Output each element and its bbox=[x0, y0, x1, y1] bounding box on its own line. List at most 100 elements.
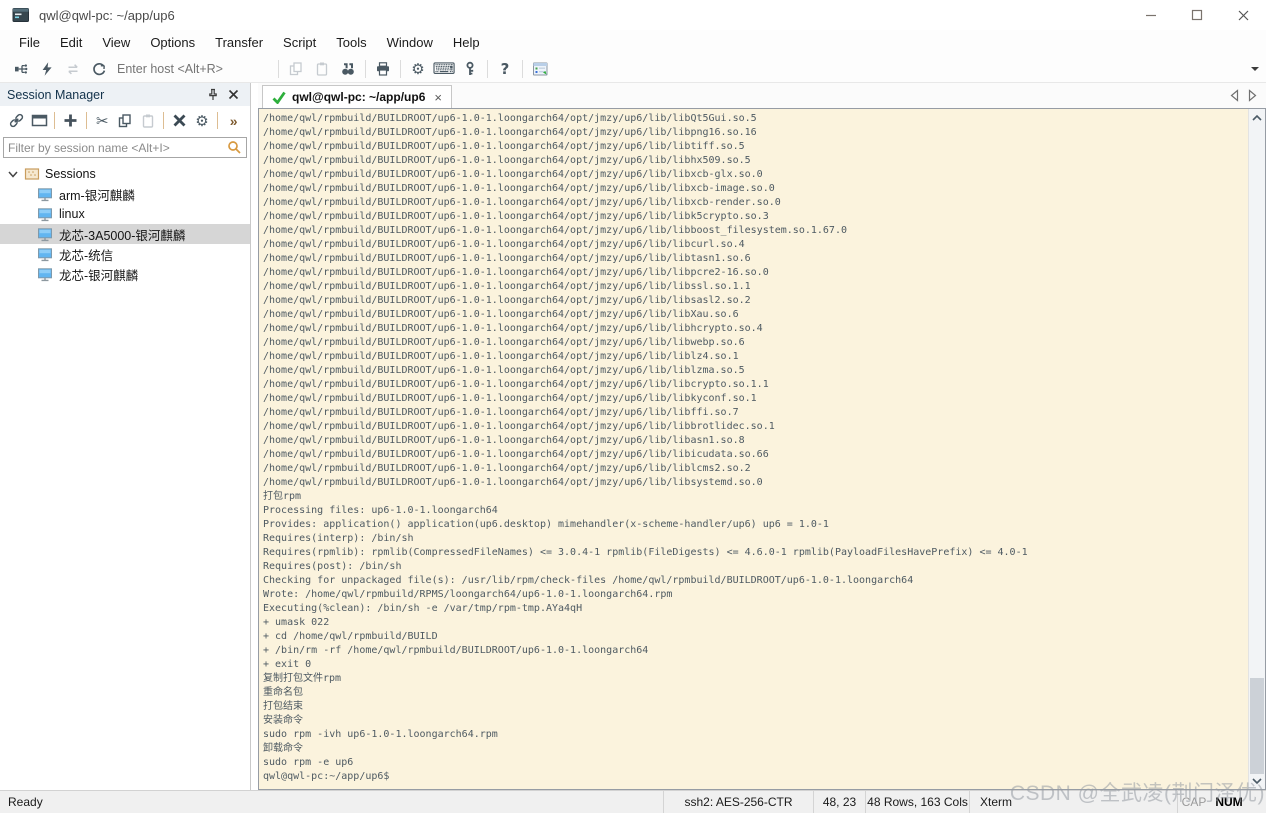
app-icon bbox=[12, 7, 30, 23]
terminal-line: 复制打包文件rpm bbox=[263, 672, 1248, 686]
session-tree-root[interactable]: Sessions bbox=[0, 164, 250, 184]
quick-connect-icon[interactable] bbox=[34, 57, 60, 81]
tab-scroll-right-icon[interactable] bbox=[1248, 89, 1257, 102]
terminal-line: /home/qwl/rpmbuild/BUILDROOT/up6-1.0-1.l… bbox=[263, 392, 1248, 406]
host-address-input[interactable] bbox=[112, 59, 274, 79]
paste-session-icon[interactable] bbox=[136, 109, 159, 132]
terminal-line: /home/qwl/rpmbuild/BUILDROOT/up6-1.0-1.l… bbox=[263, 112, 1248, 126]
terminal-line: Provides: application() application(up6.… bbox=[263, 518, 1248, 532]
maximize-button[interactable] bbox=[1174, 0, 1220, 30]
menu-bar: FileEditViewOptionsTransferScriptToolsWi… bbox=[0, 30, 1266, 55]
menu-item[interactable]: Script bbox=[273, 32, 326, 53]
window-controls bbox=[1128, 0, 1266, 30]
session-item[interactable]: 龙芯-银河麒麟 bbox=[0, 264, 250, 284]
terminal-line: /home/qwl/rpmbuild/BUILDROOT/up6-1.0-1.l… bbox=[263, 182, 1248, 196]
session-item[interactable]: 龙芯-3A5000-银河麒麟 bbox=[0, 224, 250, 244]
terminal-line: Checking for unpackaged file(s): /usr/li… bbox=[263, 574, 1248, 588]
terminal-line: /home/qwl/rpmbuild/BUILDROOT/up6-1.0-1.l… bbox=[263, 196, 1248, 210]
terminal-line: /home/qwl/rpmbuild/BUILDROOT/up6-1.0-1.l… bbox=[263, 210, 1248, 224]
copy-session-icon[interactable] bbox=[114, 109, 137, 132]
new-window-icon[interactable] bbox=[28, 109, 51, 132]
status-caps-indicator: CAP bbox=[1177, 791, 1210, 813]
panel-splitter[interactable] bbox=[251, 83, 258, 790]
status-grid-size: 48 Rows, 163 Cols bbox=[865, 791, 969, 813]
title-bar: qwl@qwl-pc: ~/app/up6 bbox=[0, 0, 1266, 30]
delete-session-icon[interactable] bbox=[168, 109, 191, 132]
disconnect-icon[interactable] bbox=[86, 57, 112, 81]
terminal-line: Processing files: up6-1.0-1.loongarch64 bbox=[263, 504, 1248, 518]
terminal-line: Requires(post): /bin/sh bbox=[263, 560, 1248, 574]
panel-toolbar-separator bbox=[163, 112, 164, 129]
terminal-line: /home/qwl/rpmbuild/BUILDROOT/up6-1.0-1.l… bbox=[263, 434, 1248, 448]
close-panel-icon[interactable] bbox=[223, 85, 243, 105]
chevron-down-icon bbox=[7, 168, 19, 180]
terminal-line: 打包rpm bbox=[263, 490, 1248, 504]
terminal-line: /home/qwl/rpmbuild/BUILDROOT/up6-1.0-1.l… bbox=[263, 154, 1248, 168]
find-icon[interactable] bbox=[335, 57, 361, 81]
monitor-icon bbox=[37, 267, 53, 282]
copy-icon[interactable] bbox=[283, 57, 309, 81]
terminal-scrollbar[interactable] bbox=[1248, 109, 1265, 789]
connect-session-icon[interactable] bbox=[5, 109, 28, 132]
terminal-line: /home/qwl/rpmbuild/BUILDROOT/up6-1.0-1.l… bbox=[263, 252, 1248, 266]
tab-close-icon[interactable]: × bbox=[434, 90, 442, 105]
panel-toolbar-separator bbox=[86, 112, 87, 129]
terminal-line: Wrote: /home/qwl/rpmbuild/RPMS/loongarch… bbox=[263, 588, 1248, 602]
xshell-window: { "window": { "title": "qwl@qwl-pc: ~/ap… bbox=[0, 0, 1266, 813]
session-manager-toolbar: ✂ ⚙ » bbox=[0, 106, 250, 135]
menu-item[interactable]: Edit bbox=[50, 32, 92, 53]
menu-item[interactable]: Options bbox=[140, 32, 205, 53]
tab-scroll-left-icon[interactable] bbox=[1230, 89, 1239, 102]
terminal-line: 安装命令 bbox=[263, 714, 1248, 728]
scroll-up-icon[interactable] bbox=[1249, 109, 1265, 126]
cut-icon[interactable]: ✂ bbox=[91, 109, 114, 132]
more-actions-icon[interactable]: » bbox=[222, 109, 245, 132]
new-session-icon[interactable] bbox=[8, 57, 34, 81]
session-label: 龙芯-统信 bbox=[59, 245, 113, 264]
session-item[interactable]: linux bbox=[0, 204, 250, 224]
terminal-line: /home/qwl/rpmbuild/BUILDROOT/up6-1.0-1.l… bbox=[263, 350, 1248, 364]
panel-toolbar-separator bbox=[217, 112, 218, 129]
reconnect-icon[interactable] bbox=[60, 57, 86, 81]
session-item[interactable]: arm-银河麒麟 bbox=[0, 184, 250, 204]
session-manager-header: Session Manager bbox=[0, 83, 250, 106]
paste-icon[interactable] bbox=[309, 57, 335, 81]
terminal-line: + exit 0 bbox=[263, 658, 1248, 672]
toolbar-overflow-icon[interactable] bbox=[1251, 67, 1259, 71]
session-filter-box bbox=[3, 137, 247, 158]
terminal-line: sudo rpm -ivh up6-1.0-1.loongarch64.rpm bbox=[263, 728, 1248, 742]
session-manager-panel: Session Manager bbox=[0, 83, 251, 790]
menu-item[interactable]: View bbox=[92, 32, 140, 53]
scrollbar-thumb[interactable] bbox=[1250, 678, 1264, 774]
session-list: arm-银河麒麟 linux bbox=[0, 184, 250, 284]
window-title: qwl@qwl-pc: ~/app/up6 bbox=[39, 8, 175, 23]
terminal-wrap: /home/qwl/rpmbuild/BUILDROOT/up6-1.0-1.l… bbox=[258, 108, 1266, 790]
scroll-down-icon[interactable] bbox=[1249, 772, 1265, 789]
terminal-output[interactable]: /home/qwl/rpmbuild/BUILDROOT/up6-1.0-1.l… bbox=[259, 109, 1248, 789]
new-session-icon[interactable] bbox=[59, 109, 82, 132]
session-filter-input[interactable] bbox=[8, 141, 227, 155]
sessions-dialog-icon[interactable] bbox=[527, 57, 553, 81]
properties-gear-icon[interactable]: ⚙ bbox=[405, 57, 431, 81]
main-toolbar: ⚙ ⌨ ? bbox=[0, 55, 1266, 83]
session-label: linux bbox=[59, 207, 85, 221]
terminal-line: /home/qwl/rpmbuild/BUILDROOT/up6-1.0-1.l… bbox=[263, 462, 1248, 476]
menu-item[interactable]: Transfer bbox=[205, 32, 273, 53]
minimize-button[interactable] bbox=[1128, 0, 1174, 30]
connected-check-icon bbox=[272, 91, 286, 104]
terminal-tab[interactable]: qwl@qwl-pc: ~/app/up6 × bbox=[262, 85, 452, 108]
close-button[interactable] bbox=[1220, 0, 1266, 30]
menu-item[interactable]: File bbox=[9, 32, 50, 53]
session-properties-icon[interactable]: ⚙ bbox=[191, 109, 214, 132]
key-icon[interactable] bbox=[457, 57, 483, 81]
toolbar-separator bbox=[365, 60, 366, 78]
menu-item[interactable]: Tools bbox=[326, 32, 376, 53]
keyboard-icon[interactable]: ⌨ bbox=[431, 57, 457, 81]
help-icon[interactable]: ? bbox=[492, 57, 518, 81]
terminal-line: Requires(rpmlib): rpmlib(CompressedFileN… bbox=[263, 546, 1248, 560]
session-item[interactable]: 龙芯-统信 bbox=[0, 244, 250, 264]
menu-item[interactable]: Help bbox=[443, 32, 490, 53]
menu-item[interactable]: Window bbox=[377, 32, 443, 53]
pin-panel-icon[interactable] bbox=[203, 85, 223, 105]
print-icon[interactable] bbox=[370, 57, 396, 81]
